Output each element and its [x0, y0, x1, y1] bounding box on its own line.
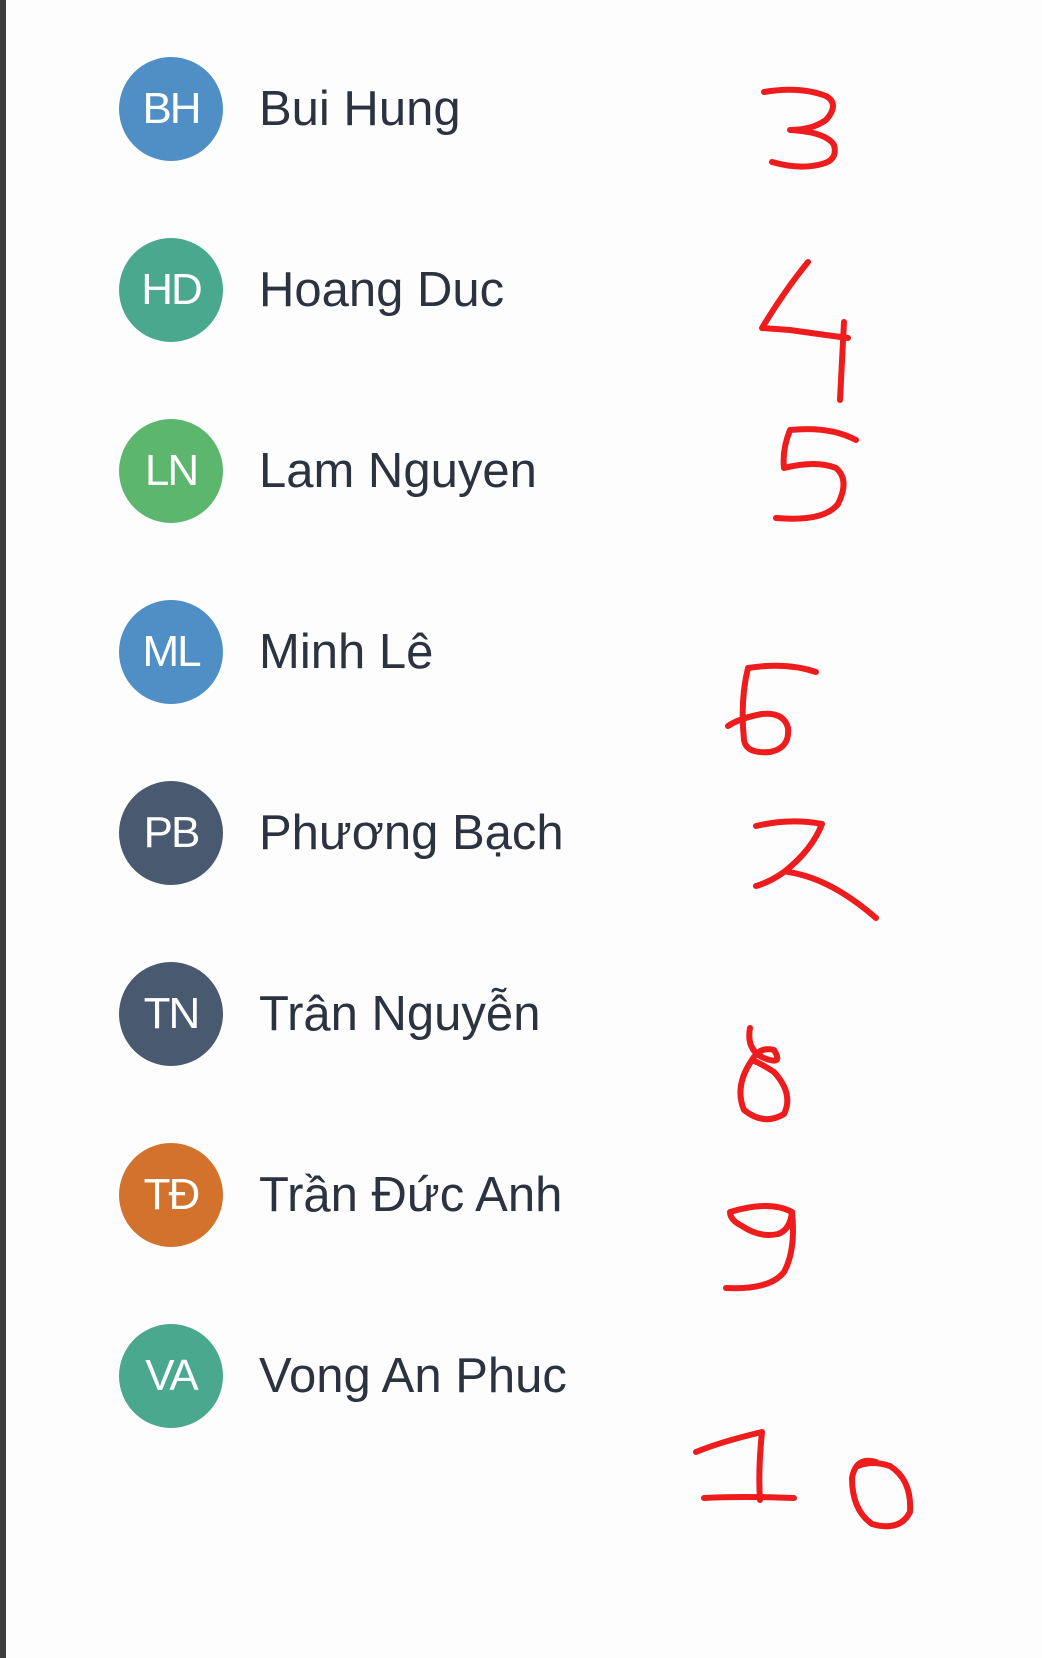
avatar: VA [119, 1324, 223, 1428]
member-name: Minh Lê [259, 625, 434, 679]
avatar: TĐ [119, 1143, 223, 1247]
member-name: Trân Nguyễn [259, 987, 541, 1041]
avatar: LN [119, 419, 223, 523]
member-name: Phương Bạch [259, 806, 564, 860]
member-row-vong-an-phuc[interactable]: VA Vong An Phuc [119, 1324, 639, 1428]
member-row-tran-duc-anh[interactable]: TĐ Trần Đức Anh [119, 1143, 639, 1247]
avatar: PB [119, 781, 223, 885]
member-list-panel: BH Bui Hung HD Hoang Duc LN Lam Nguyen M… [6, 0, 1042, 1658]
member-name: Hoang Duc [259, 263, 505, 317]
member-row-hoang-duc[interactable]: HD Hoang Duc [119, 238, 639, 342]
avatar: HD [119, 238, 223, 342]
member-name: Trần Đức Anh [259, 1168, 563, 1222]
avatar: TN [119, 962, 223, 1066]
avatar: BH [119, 57, 223, 161]
member-name: Bui Hung [259, 82, 461, 136]
member-name: Vong An Phuc [259, 1349, 567, 1403]
member-row-bui-hung[interactable]: BH Bui Hung [119, 57, 639, 161]
member-row-phuong-bach[interactable]: PB Phương Bạch [119, 781, 639, 885]
member-name: Lam Nguyen [259, 444, 537, 498]
member-row-minh-le[interactable]: ML Minh Lê [119, 600, 639, 704]
member-row-tran-nguyen[interactable]: TN Trân Nguyễn [119, 962, 639, 1066]
member-row-lam-nguyen[interactable]: LN Lam Nguyen [119, 419, 639, 523]
avatar: ML [119, 600, 223, 704]
